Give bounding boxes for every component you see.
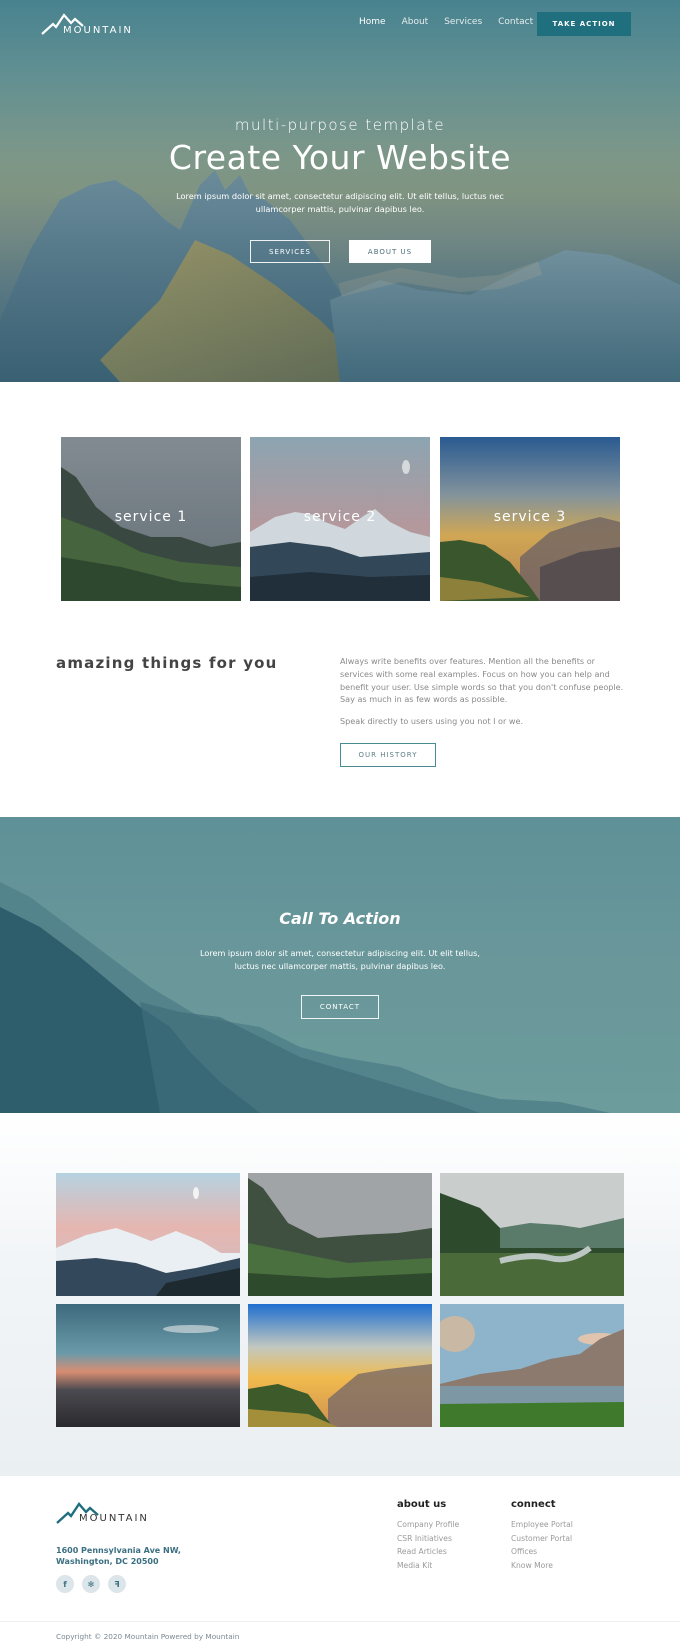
about-heading: amazing things for you [56,654,278,672]
facebook-icon[interactable]: f [56,1575,74,1593]
footer-link-csr-initiatives[interactable]: CSR Initiatives [397,1532,459,1546]
cta-title: Call To Action [279,909,401,928]
cta-text: Lorem ipsum dolor sit amet, consectetur … [200,948,480,971]
footer-divider [0,1621,680,1622]
yelp-icon[interactable]: ✻ [82,1575,100,1593]
about-paragraph-2: Speak directly to users using you not I … [340,716,524,726]
footer-column-title: about us [397,1499,447,1510]
footer-logo[interactable]: MOUNTAIN [56,1501,151,1527]
hero-title: Create Your Website [168,138,512,177]
contact-button[interactable]: CONTACT [301,995,379,1019]
service-card-2[interactable]: service 2 [250,437,430,601]
services-button[interactable]: SERVICES [250,240,330,263]
footer-link-know-more[interactable]: Know More [511,1559,573,1573]
nav-links: Home About Services Contact [359,17,549,27]
gallery-image-misty-forest[interactable] [248,1173,432,1296]
our-history-button[interactable]: OUR HISTORY [340,743,436,767]
footer-column-about-us: about us Company Profile CSR Initiatives… [397,1499,459,1572]
footer-link-employee-portal[interactable]: Employee Portal [511,1518,573,1532]
logo-text: MOUNTAIN [63,25,133,36]
footer-address: 1600 Pennsylvania Ave NW, Washington, DC… [56,1545,181,1567]
nav-link-contact[interactable]: Contact [498,17,533,27]
logo[interactable]: MOUNTAIN [41,12,136,38]
footer-link-read-articles[interactable]: Read Articles [397,1545,459,1559]
service-label: service 3 [493,509,567,525]
footer-link-company-profile[interactable]: Company Profile [397,1518,459,1532]
hero-text: Lorem ipsum dolor sit amet, consectetur … [176,191,504,214]
gallery-image-river-valley[interactable] [440,1173,624,1296]
gallery-section [0,1113,680,1476]
nav-link-about[interactable]: About [402,17,429,27]
top-nav: MOUNTAIN Home About Services Contact TAK… [0,0,680,48]
hero-section: MOUNTAIN Home About Services Contact TAK… [0,0,680,382]
about-paragraph-1: Always write benefits over features. Men… [340,656,624,705]
service-label: service 2 [303,509,377,525]
gallery-image-lake-mountains[interactable] [440,1304,624,1427]
footer-link-offices[interactable]: Offices [511,1545,573,1559]
gallery-image-sunrise-hikers[interactable] [248,1304,432,1427]
address-line-2: Washington, DC 20500 [56,1557,159,1566]
footer: MOUNTAIN 1600 Pennsylvania Ave NW, Washi… [0,1476,680,1652]
gallery-image-sunset-clouds[interactable] [56,1304,240,1427]
nav-link-home[interactable]: Home [359,17,386,27]
address-line-1: 1600 Pennsylvania Ave NW, [56,1546,181,1555]
service-card-1[interactable]: service 1 [61,437,241,601]
service-label: service 1 [114,509,188,525]
take-action-button[interactable]: TAKE ACTION [537,12,631,36]
hero-subtitle: multi-purpose template [234,116,446,134]
footer-link-media-kit[interactable]: Media Kit [397,1559,459,1573]
footer-column-connect: connect Employee Portal Customer Portal … [511,1499,573,1572]
footer-logo-text: MOUNTAIN [79,1513,149,1524]
copyright-text: Copyright © 2020 Mountain Powered by Mou… [56,1632,240,1641]
service-card-3[interactable]: service 3 [440,437,620,601]
about-us-button[interactable]: ABOUT US [349,240,431,263]
footer-column-title: connect [511,1499,556,1510]
call-to-action-section: Call To Action Lorem ipsum dolor sit ame… [0,817,680,1113]
gallery-image-snowy-peak[interactable] [56,1173,240,1296]
nav-link-services[interactable]: Services [444,17,482,27]
foursquare-icon[interactable]: ꟻ [108,1575,126,1593]
footer-link-customer-portal[interactable]: Customer Portal [511,1532,573,1546]
